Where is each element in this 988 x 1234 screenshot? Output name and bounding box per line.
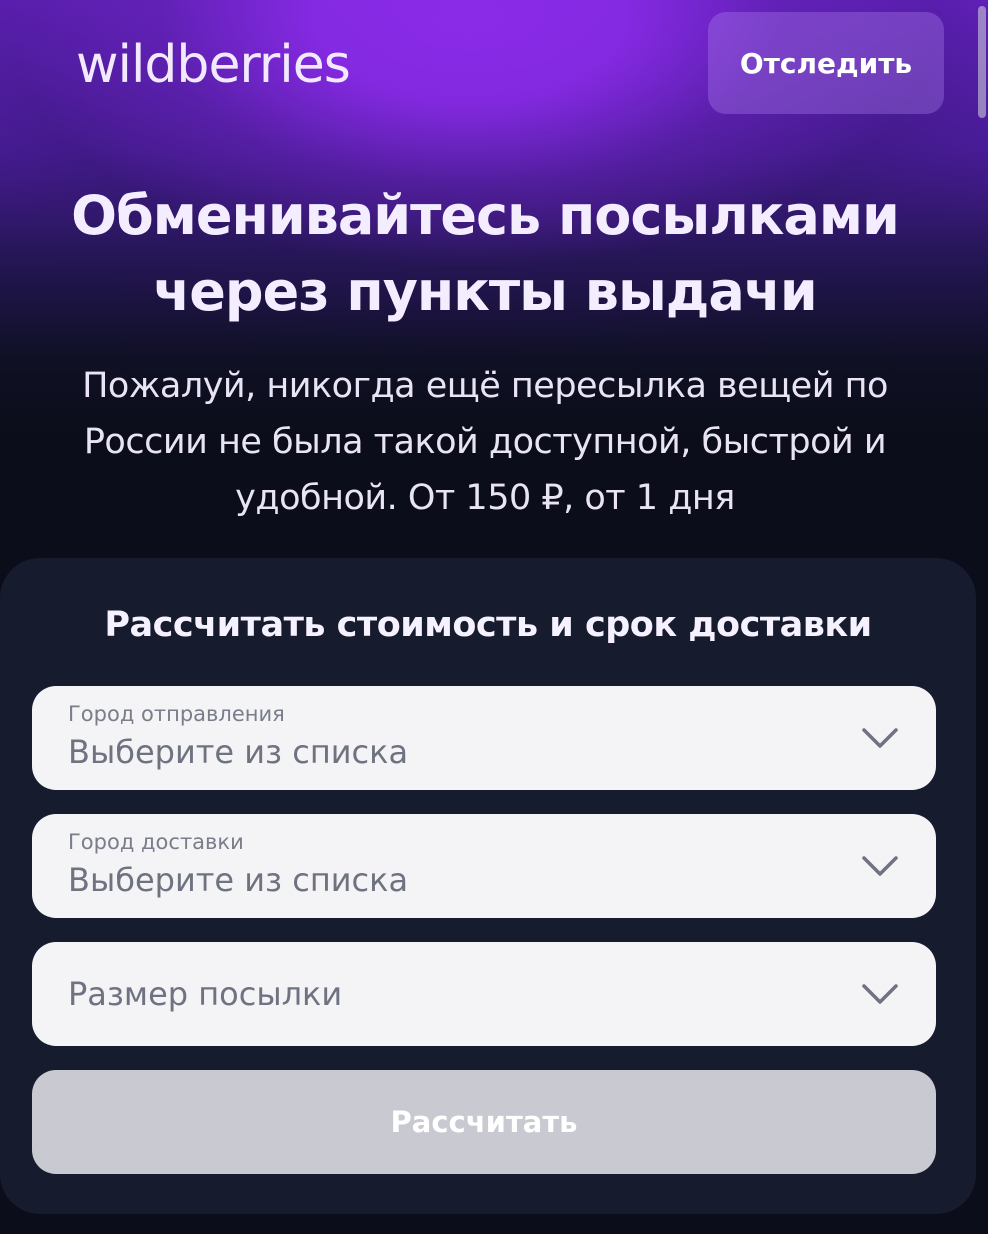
departure-city-select[interactable]: Город отправления Выберите из списка <box>32 686 936 790</box>
destination-city-select[interactable]: Город доставки Выберите из списка <box>32 814 936 918</box>
chevron-down-icon <box>862 984 898 1004</box>
page-subtitle: Пожалуй, никогда ещё пересылка вещей по … <box>60 358 910 526</box>
departure-city-value: Выберите из списка <box>68 733 409 771</box>
subtitle-line-1: Пожалуй, никогда ещё пересылка вещей по <box>82 366 888 406</box>
wildberries-logo[interactable]: wildberries <box>76 30 351 100</box>
scrollbar[interactable] <box>976 0 988 1234</box>
destination-city-value: Выберите из списка <box>68 861 409 899</box>
subtitle-line-2: России не была такой доступной, быстрой … <box>83 422 887 462</box>
calculator-title: Рассчитать стоимость и срок доставки <box>104 605 872 645</box>
headline-line-2: через пункты выдачи <box>153 260 818 323</box>
chevron-down-icon <box>862 856 898 876</box>
scrollbar-thumb[interactable] <box>978 6 986 118</box>
destination-city-label: Город доставки <box>68 830 244 854</box>
delivery-calculator-card: Рассчитать стоимость и срок доставки Гор… <box>0 558 976 1214</box>
departure-city-label: Город отправления <box>68 702 285 726</box>
page: wildberries Отследить Обменивайтесь посы… <box>0 0 988 1234</box>
subtitle-line-3: удобной. От 150 ₽, от 1 дня <box>235 478 735 518</box>
parcel-size-placeholder: Размер посылки <box>68 975 343 1013</box>
track-button[interactable]: Отследить <box>708 12 944 114</box>
page-headline: Обменивайтесь посылками через пункты выд… <box>0 178 970 330</box>
chevron-down-icon <box>862 728 898 748</box>
calculate-button[interactable]: Рассчитать <box>32 1070 936 1174</box>
parcel-size-select[interactable]: Размер посылки <box>32 942 936 1046</box>
headline-line-1: Обменивайтесь посылками <box>71 184 900 247</box>
